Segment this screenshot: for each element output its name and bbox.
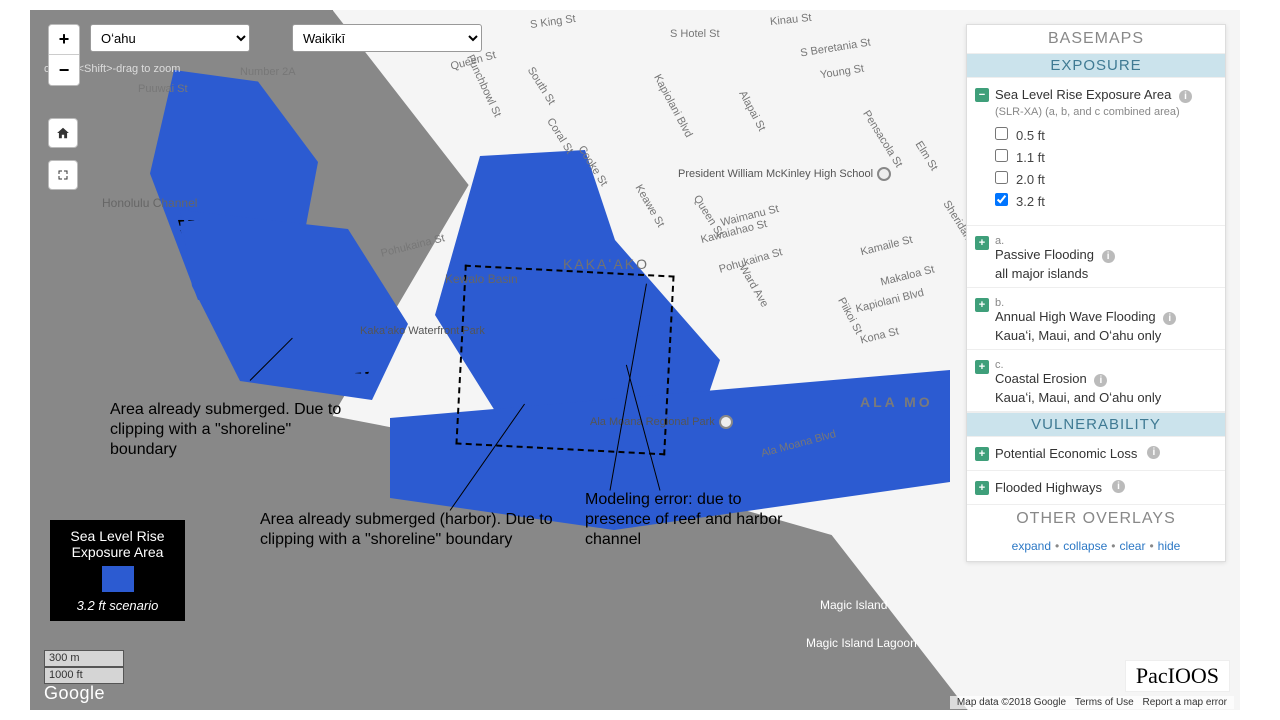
footer-expand-link[interactable]: expand	[1012, 539, 1051, 553]
legend-swatch	[102, 566, 134, 592]
legend-title: Sea Level Rise Exposure Area	[56, 528, 179, 560]
district-label: ALA MO	[860, 394, 933, 410]
zoom-control: + −	[48, 24, 80, 86]
scale-imperial: 1000 ft	[44, 667, 124, 684]
layer-slrxa: − Sea Level Rise Exposure Area i (SLR-XA…	[967, 78, 1225, 226]
layer-coastal-erosion[interactable]: + c. Coastal Erosion i Kauaʻi, Maui, and…	[967, 350, 1225, 412]
poi-marker-icon	[719, 415, 733, 429]
place-label: Ala Moana Regional Park	[590, 415, 733, 429]
google-logo: Google	[44, 683, 105, 704]
place-label: Honolulu Channel	[102, 196, 197, 210]
layer-passive-flooding[interactable]: + a. Passive Flooding i all major island…	[967, 226, 1225, 288]
layer-title: Passive Flooding	[995, 247, 1094, 262]
section-basemaps-header[interactable]: Basemaps	[967, 25, 1225, 53]
pacioos-logo: PacIOOS	[1125, 660, 1230, 692]
map-viewport[interactable]: S King St S Hotel St Kinau St S Beretani…	[30, 10, 1240, 710]
footer-clear-link[interactable]: clear	[1119, 539, 1145, 553]
street-label: Puuwai St	[138, 83, 188, 95]
attribution-terms-link[interactable]: Terms of Use	[1075, 697, 1134, 708]
region-select[interactable]: Waikīkī	[292, 24, 482, 52]
attribution-report-link[interactable]: Report a map error	[1143, 697, 1227, 708]
scale-metric: 300 m	[44, 650, 124, 667]
level-option[interactable]: 1.1 ft	[995, 147, 1217, 169]
info-icon[interactable]: i	[1163, 312, 1176, 325]
level-checkbox[interactable]	[995, 171, 1008, 184]
place-label: Magic Island	[820, 598, 887, 612]
expand-icon	[57, 169, 69, 181]
street-label: S Hotel St	[670, 28, 720, 40]
footer-collapse-link[interactable]: collapse	[1063, 539, 1107, 553]
info-icon[interactable]: i	[1112, 480, 1125, 493]
info-icon[interactable]: i	[1179, 90, 1192, 103]
place-label: Magic Island Lagoon	[806, 636, 917, 650]
layer-high-wave-flooding[interactable]: + b. Annual High Wave Flooding i Kauaʻi,…	[967, 288, 1225, 350]
layer-economic-loss[interactable]: + Potential Economic Loss i	[967, 437, 1225, 471]
level-checklist: 0.5 ft 1.1 ft 2.0 ft 3.2 ft	[975, 121, 1217, 217]
layer-subtitle: Kauaʻi, Maui, and Oʻahu only	[975, 390, 1217, 405]
expand-icon[interactable]: +	[975, 298, 989, 312]
info-icon[interactable]: i	[1147, 446, 1160, 459]
place-label: President William McKinley High School	[678, 167, 891, 181]
info-icon[interactable]: i	[1102, 250, 1115, 263]
expand-icon[interactable]: +	[975, 360, 989, 374]
layer-subtitle: all major islands	[975, 266, 1217, 281]
annotation-text: Area already submerged. Due to clipping …	[110, 400, 350, 460]
annotation-text: Area already submerged (harbor). Due to …	[260, 510, 570, 550]
home-icon	[56, 126, 70, 140]
attribution-data: Map data ©2018 Google	[957, 697, 1066, 708]
fullscreen-button[interactable]	[48, 160, 78, 190]
expand-icon[interactable]: +	[975, 236, 989, 250]
layer-subtitle: Kauaʻi, Maui, and Oʻahu only	[975, 328, 1217, 343]
expand-icon[interactable]: +	[975, 447, 989, 461]
place-label: Kakaʻako Waterfront Park	[360, 325, 485, 337]
info-icon[interactable]: i	[1094, 374, 1107, 387]
level-option[interactable]: 0.5 ft	[995, 125, 1217, 147]
poi-marker-icon	[877, 167, 891, 181]
district-label: KAKAʻAKO	[563, 256, 649, 272]
footer-hide-link[interactable]: hide	[1158, 539, 1181, 553]
zoom-in-button[interactable]: +	[49, 25, 79, 55]
layer-flooded-highways[interactable]: + Flooded Highways i	[967, 471, 1225, 505]
legend-scenario: 3.2 ft scenario	[56, 598, 179, 613]
map-legend: Sea Level Rise Exposure Area 3.2 ft scen…	[50, 520, 185, 621]
annotation-text: Modeling error: due to presence of reef …	[585, 490, 795, 550]
layer-title[interactable]: Sea Level Rise Exposure Area	[995, 87, 1171, 102]
layer-title: Flooded Highways	[995, 480, 1102, 495]
expand-icon[interactable]: +	[975, 481, 989, 495]
section-vulnerability-header[interactable]: Vulnerability	[967, 412, 1225, 437]
street-label: Number 2A	[240, 66, 296, 78]
zoom-out-button[interactable]: −	[49, 55, 79, 85]
island-select[interactable]: Oʻahu	[90, 24, 250, 52]
layer-subtitle: (SLR-XA) (a, b, and c combined area)	[995, 106, 1180, 118]
layer-title: Annual High Wave Flooding	[995, 309, 1156, 324]
section-exposure-header[interactable]: Exposure	[967, 53, 1225, 78]
layer-title: Coastal Erosion	[995, 371, 1087, 386]
level-checkbox[interactable]	[995, 127, 1008, 140]
section-other-overlays-header[interactable]: Other Overlays	[967, 505, 1225, 533]
level-option[interactable]: 3.2 ft	[995, 191, 1217, 213]
panel-footer: expand • collapse • clear • hide	[967, 533, 1225, 561]
map-attribution: Map data ©2018 Google Terms of Use Repor…	[950, 696, 1234, 709]
scale-bar: 300 m 1000 ft	[44, 650, 124, 684]
home-button[interactable]	[48, 118, 78, 148]
collapse-icon[interactable]: −	[975, 88, 989, 102]
place-label: Kewalo Basin	[445, 272, 518, 286]
layers-panel: Basemaps Exposure − Sea Level Rise Expos…	[966, 24, 1226, 562]
level-option[interactable]: 2.0 ft	[995, 169, 1217, 191]
layer-title: Potential Economic Loss	[995, 446, 1137, 461]
level-checkbox[interactable]	[995, 193, 1008, 206]
level-checkbox[interactable]	[995, 149, 1008, 162]
